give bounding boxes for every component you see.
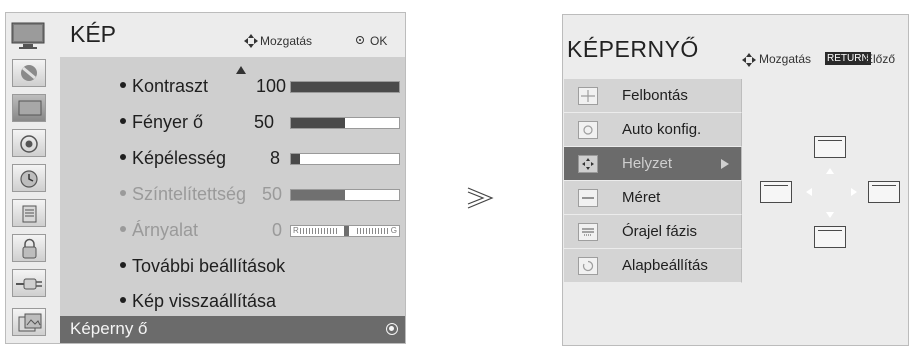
selected-item-label: Képerny ő — [70, 319, 148, 338]
tv-icon — [11, 22, 45, 49]
picture-settings-list: Kontraszt 100 Fényer ő 50 Képélesség 8 S… — [60, 57, 405, 340]
size-icon — [578, 189, 598, 207]
menu-item-tint: Árnyalat — [120, 220, 198, 241]
screen-item-clock-phase[interactable]: Órajel fázis — [564, 215, 742, 249]
screen-item-label: Auto konfig. — [622, 121, 702, 138]
position-preview — [743, 79, 908, 345]
bullet-icon — [120, 262, 126, 269]
return-button-icon: RETURN — [825, 52, 871, 65]
screen-item-label: Méret — [622, 189, 661, 206]
screen-menu-panel: KÉPERNYŐ Mozgatás RETURN Előző Felbontás… — [562, 14, 909, 346]
menu-item-label: További beállítások — [132, 256, 286, 276]
page-title: KÉP — [70, 21, 117, 47]
submenu-arrow-icon — [721, 159, 729, 169]
screen-item-position[interactable]: Helyzet — [564, 147, 742, 181]
move-hint: Mozgatás — [260, 34, 313, 48]
menu-item-label: Kép visszaállítása — [132, 291, 277, 311]
audio-icon[interactable] — [12, 129, 46, 157]
screen-menu-title: KÉPERNYŐ — [567, 36, 699, 62]
move-arrows-icon — [742, 53, 756, 67]
reset-icon — [578, 257, 598, 275]
bullet-icon — [120, 297, 126, 304]
scroll-up-icon[interactable] — [236, 66, 246, 74]
screen-item-label: Felbontás — [622, 87, 688, 104]
bullet-icon — [120, 154, 126, 161]
screen-item-label: Helyzet — [622, 155, 673, 172]
category-icon-column — [6, 57, 54, 343]
screen-item-reset[interactable]: Alapbeállítás — [564, 249, 742, 283]
picture-menu-header: KÉP Mozgatás OK — [6, 13, 405, 57]
screen-icon[interactable] — [12, 94, 46, 122]
move-up-icon[interactable] — [826, 168, 834, 174]
sharpness-slider-fill — [291, 154, 300, 164]
menu-item-brightness[interactable]: Fényer ő — [120, 112, 203, 133]
menu-item-label: Kontraszt — [132, 76, 209, 96]
bullet-icon — [120, 82, 126, 89]
auto-config-icon — [578, 121, 598, 139]
position-icon — [578, 155, 598, 173]
brightness-slider-fill — [291, 118, 345, 128]
sharpness-value: 8 — [269, 148, 280, 168]
screen-settings-list: Felbontás Auto konfig. Helyzet Méret Óra… — [564, 79, 742, 345]
tint-slider: R G — [290, 225, 400, 237]
tint-marker — [344, 226, 349, 236]
tint-ticks-left — [300, 228, 338, 234]
screen-item-label: Órajel fázis — [622, 223, 698, 240]
contrast-slider-fill — [291, 82, 399, 92]
menu-item-label: Árnyalat — [132, 220, 199, 240]
contrast-value: 100 — [255, 76, 286, 96]
lock-icon[interactable] — [12, 234, 46, 262]
brightness-slider[interactable] — [290, 117, 400, 129]
move-down-icon[interactable] — [826, 212, 834, 218]
move-arrows-icon — [244, 34, 258, 48]
color-slider-fill — [291, 190, 345, 200]
color-value: 50 — [261, 184, 282, 204]
radio-selected-icon — [386, 323, 398, 335]
menu-item-picture-reset[interactable]: Kép visszaállítása — [120, 291, 276, 312]
menu-item-label: Képélesség — [132, 148, 227, 168]
clock-icon[interactable] — [12, 164, 46, 192]
screen-item-auto-config[interactable]: Auto konfig. — [564, 113, 742, 147]
screen-item-size[interactable]: Méret — [564, 181, 742, 215]
color-slider — [290, 189, 400, 201]
picture-menu-icon[interactable] — [12, 59, 46, 87]
tint-value: 0 — [271, 220, 282, 240]
bullet-icon — [120, 226, 126, 233]
preview-screen-down — [814, 226, 846, 248]
move-left-icon[interactable] — [806, 188, 812, 196]
menu-item-label: Fényer ő — [132, 112, 204, 132]
preview-screen-right — [868, 181, 900, 203]
brightness-value: 50 — [253, 112, 274, 132]
clock-phase-icon — [578, 223, 598, 241]
input-icon[interactable] — [12, 269, 46, 297]
tint-ticks-right — [357, 228, 389, 234]
move-hint: Mozgatás — [759, 52, 812, 66]
tint-green-label: G — [390, 226, 397, 235]
ok-hint: OK — [370, 34, 388, 48]
bullet-icon — [120, 190, 126, 197]
preview-screen-left — [760, 181, 792, 203]
contrast-slider[interactable] — [290, 81, 400, 93]
bullet-icon — [120, 118, 126, 125]
menu-item-color: Színtelítettség — [120, 184, 246, 205]
menu-item-contrast[interactable]: Kontraszt — [120, 76, 208, 97]
usb-photo-icon[interactable] — [12, 308, 46, 336]
picture-menu-panel: KÉP Mozgatás OK Kontraszt 100 Fényer ő 5… — [5, 12, 406, 344]
previous-hint: Előző — [865, 52, 896, 66]
next-step-arrow-icon — [467, 187, 494, 209]
sharpness-slider[interactable] — [290, 153, 400, 165]
screen-item-resolution[interactable]: Felbontás — [564, 79, 742, 113]
move-right-icon[interactable] — [851, 188, 857, 196]
menu-item-sharpness[interactable]: Képélesség — [120, 148, 226, 169]
menu-item-screen-selected[interactable]: Képerny ő — [60, 316, 405, 343]
tint-red-label: R — [293, 226, 299, 235]
preview-screen-up — [814, 136, 846, 158]
ok-button-icon — [356, 36, 364, 44]
menu-item-advanced-settings[interactable]: További beállítások — [120, 256, 285, 277]
resolution-icon — [578, 87, 598, 105]
menu-item-label: Színtelítettség — [132, 184, 247, 204]
screen-item-label: Alapbeállítás — [622, 257, 708, 274]
option-icon[interactable] — [12, 199, 46, 227]
